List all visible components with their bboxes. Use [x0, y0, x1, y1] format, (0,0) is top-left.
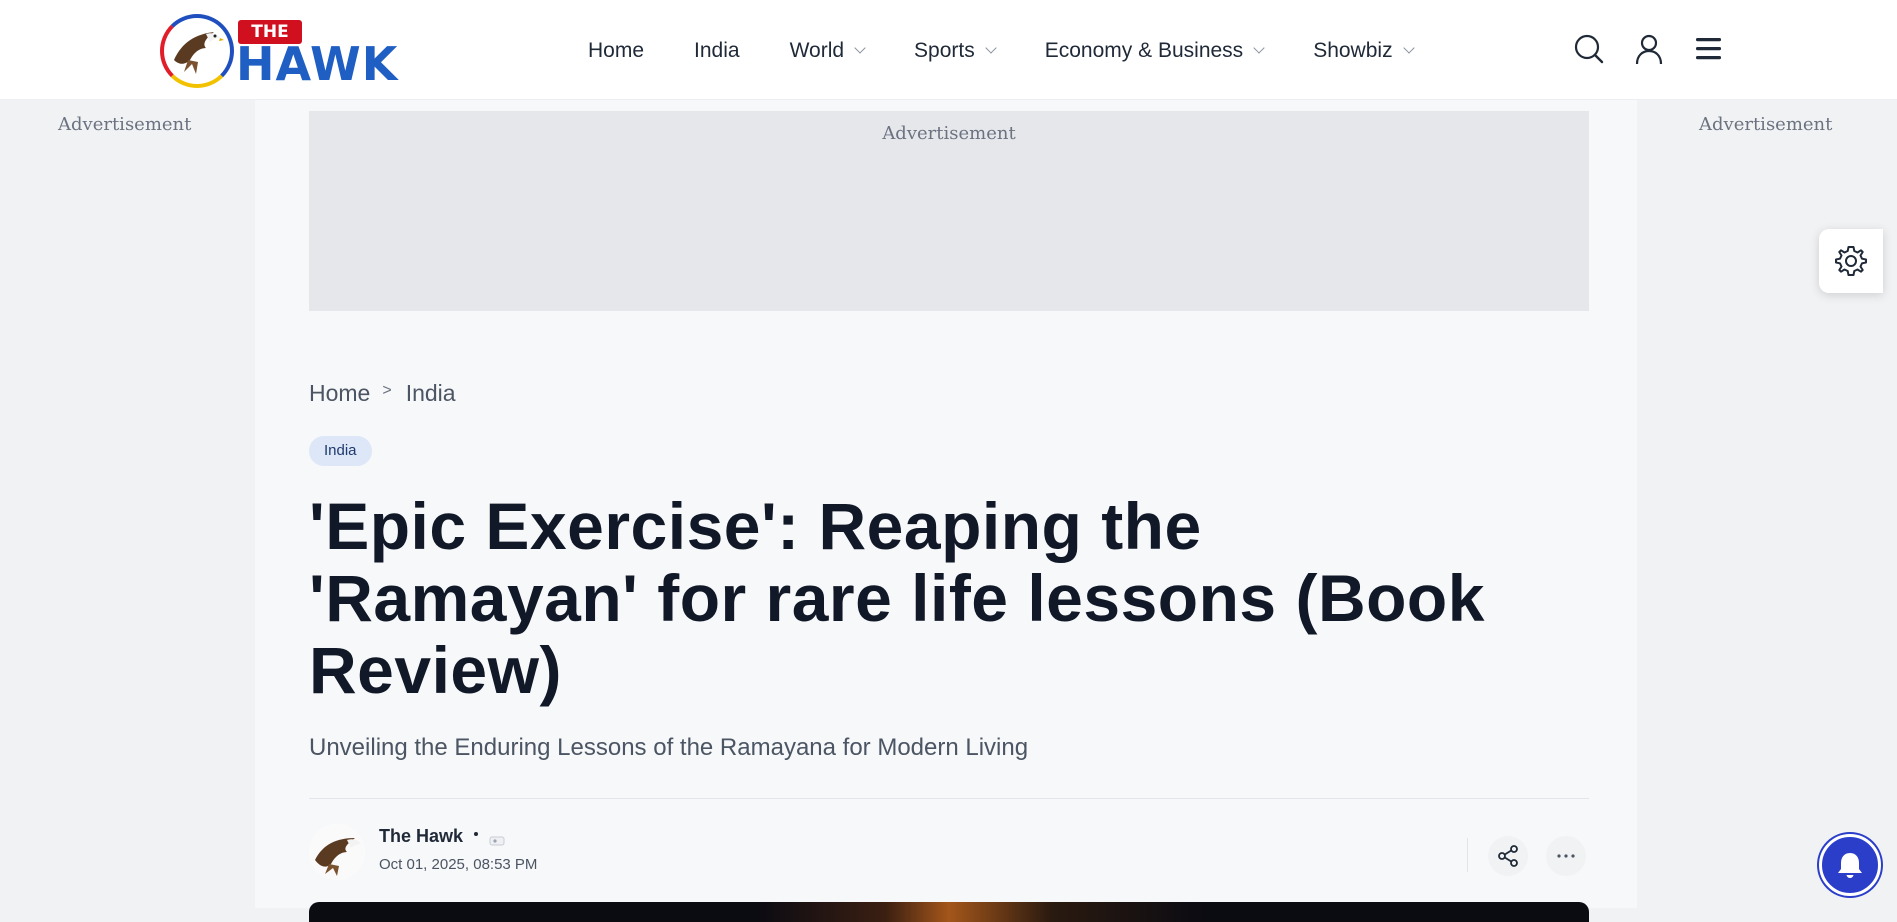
share-button[interactable]: [1488, 836, 1528, 876]
chevron-down-icon: [1253, 42, 1265, 54]
breadcrumb: Home > India: [309, 380, 456, 407]
category-badge[interactable]: India: [309, 436, 372, 466]
user-icon[interactable]: [1632, 32, 1666, 66]
chevron-down-icon: [985, 42, 997, 54]
left-ad-column: [0, 100, 255, 908]
settings-button[interactable]: [1819, 229, 1883, 293]
nav-item-india[interactable]: India: [694, 39, 740, 63]
nav-item-world[interactable]: World: [789, 39, 866, 63]
divider: [309, 798, 1589, 799]
logo-emblem: [160, 14, 234, 88]
menu-icon[interactable]: [1692, 32, 1726, 66]
nav-item-label: India: [694, 39, 740, 62]
nav-item-sports[interactable]: Sports: [914, 39, 997, 63]
right-ad-label: Advertisement: [1699, 114, 1833, 135]
avatar[interactable]: [309, 824, 365, 880]
bell-icon: [1838, 853, 1862, 878]
breadcrumb-separator: >: [382, 381, 392, 399]
nav-item-label: Sports: [914, 39, 975, 62]
article-media[interactable]: [309, 902, 1589, 922]
site-logo[interactable]: THE HAWK: [160, 12, 405, 88]
main-nav: Home India World Sports Economy & Busine…: [588, 36, 1463, 66]
gear-icon: [1835, 246, 1867, 276]
chevron-down-icon: [854, 42, 866, 54]
breadcrumb-home[interactable]: Home: [309, 380, 370, 407]
nav-item-label: Home: [588, 39, 645, 62]
share-icon: [1498, 845, 1518, 867]
notification-button[interactable]: [1819, 834, 1881, 896]
verified-icon: [489, 832, 505, 846]
actions-divider: [1467, 838, 1468, 872]
chevron-down-icon: [1402, 42, 1415, 54]
nav-item-label: Economy & Business: [1044, 39, 1244, 62]
nav-item-home[interactable]: Home: [588, 39, 644, 63]
search-icon[interactable]: [1572, 32, 1606, 66]
publish-date: Oct 01, 2025, 08:53 PM: [379, 856, 538, 873]
nav-item-label: Showbiz: [1313, 39, 1393, 62]
breadcrumb-india[interactable]: India: [406, 380, 456, 407]
nav-item-economy-business[interactable]: Economy & Business: [1044, 39, 1265, 63]
top-ad-label: Advertisement: [882, 123, 1016, 144]
more-horizontal-icon: [1557, 854, 1575, 858]
article-subtitle: Unveiling the Enduring Lessons of the Ra…: [309, 734, 1029, 761]
nav-item-showbiz[interactable]: Showbiz: [1313, 39, 1415, 63]
logo-hawk-text: HAWK: [236, 37, 399, 91]
right-ad-column: [1637, 100, 1897, 908]
left-ad-label: Advertisement: [58, 114, 192, 135]
top-ad-banner[interactable]: Advertisement: [309, 111, 1589, 311]
article-title: 'Epic Exercise': Reaping the 'Ramayan' f…: [309, 489, 1485, 707]
site-header: THE HAWK Home India World Sports Economy…: [0, 0, 1897, 100]
author-name[interactable]: The Hawk: [379, 826, 463, 847]
nav-item-label: World: [789, 39, 845, 62]
more-options-button[interactable]: [1546, 836, 1586, 876]
separator-dot: [474, 832, 478, 836]
